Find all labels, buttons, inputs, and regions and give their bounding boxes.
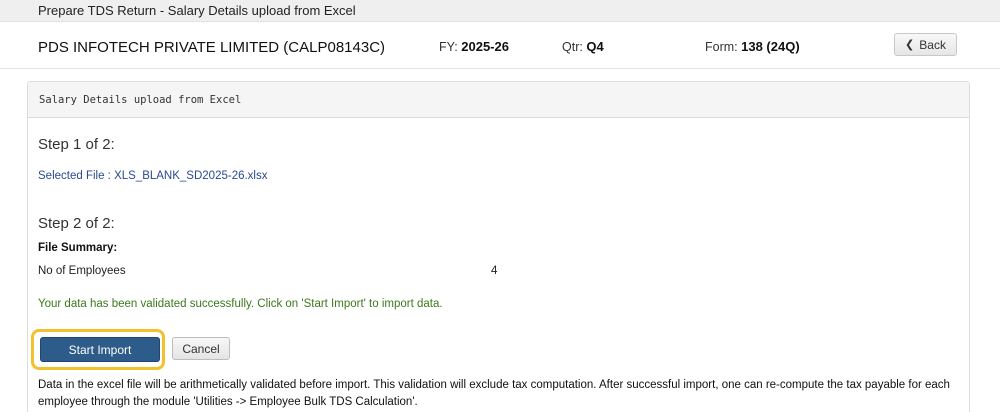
cancel-button[interactable]: Cancel <box>172 337 230 360</box>
validation-success-message: Your data has been validated successfull… <box>38 298 443 310</box>
step2-heading: Step 2 of 2: <box>38 215 115 232</box>
qtr-label: Qtr: <box>562 40 583 54</box>
upload-panel: Salary Details upload from Excel <box>27 81 970 412</box>
form-value: 138 (24Q) <box>741 39 800 54</box>
fy-label: FY: <box>439 40 458 54</box>
form-label: Form: <box>705 40 738 54</box>
qtr-field: Qtr: Q4 <box>562 39 604 54</box>
qtr-value: Q4 <box>586 39 604 54</box>
summary-row-label: No of Employees <box>38 265 126 277</box>
fy-field: FY: 2025-26 <box>439 39 509 54</box>
fy-value: 2025-26 <box>461 39 509 54</box>
window-title: Prepare TDS Return - Salary Details uplo… <box>38 3 356 18</box>
summary-row-value: 4 <box>491 265 498 277</box>
step1-heading: Step 1 of 2: <box>38 136 115 153</box>
page-header: PDS INFOTECH PRIVATE LIMITED (CALP08143C… <box>0 22 1000 69</box>
import-note-line1: Data in the excel file will be arithmeti… <box>38 379 950 391</box>
back-button[interactable]: ❮ Back <box>894 33 957 56</box>
import-note-line2: employee through the module 'Utilities -… <box>38 396 418 408</box>
import-note: Data in the excel file will be arithmeti… <box>38 377 958 411</box>
file-summary-label: File Summary: <box>38 242 118 254</box>
start-import-button[interactable]: Start Import <box>40 337 160 362</box>
back-button-label: Back <box>919 37 946 52</box>
form-field: Form: 138 (24Q) <box>705 39 800 54</box>
selected-file-text: Selected File : XLS_BLANK_SD2025-26.xlsx <box>38 170 268 182</box>
company-name: PDS INFOTECH PRIVATE LIMITED (CALP08143C… <box>38 39 386 56</box>
chevron-left-icon: ❮ <box>905 39 915 51</box>
window-title-bar: Prepare TDS Return - Salary Details uplo… <box>0 0 1000 22</box>
panel-title: Salary Details upload from Excel <box>28 82 969 118</box>
